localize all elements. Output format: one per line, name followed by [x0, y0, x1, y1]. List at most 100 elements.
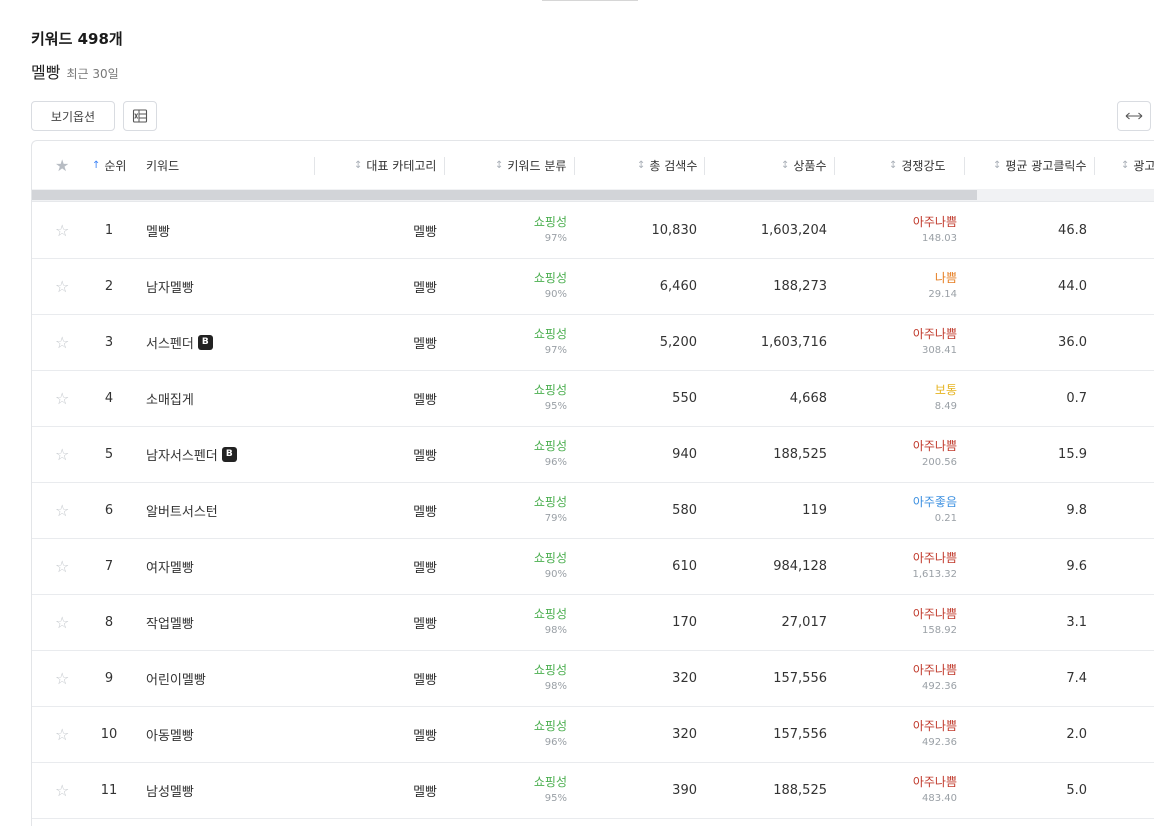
favorite-toggle[interactable]: ☆	[55, 650, 69, 706]
header-competition[interactable]: ↕ 경쟁강도	[889, 141, 946, 189]
sort-icon: ↕	[495, 159, 504, 171]
keyword-text: 서스펜더	[146, 336, 194, 352]
competition-label: 아주나쁨	[912, 438, 957, 453]
expand-width-button[interactable]	[1117, 101, 1151, 131]
keyword-text: 어린이멜빵	[146, 672, 206, 688]
keyword-cell[interactable]: 멜빵	[146, 202, 170, 258]
classification-label: 쇼핑성	[533, 774, 567, 789]
products-cell: 4,668	[789, 390, 827, 406]
keyword-cell[interactable]: 아동멜빵	[146, 706, 194, 762]
column-divider[interactable]	[964, 157, 965, 175]
sort-icon: ↕	[993, 159, 1002, 171]
keyword-cell[interactable]: 남자서스펜더 B	[146, 426, 237, 482]
competition-label: 아주나쁨	[912, 662, 957, 677]
table-row[interactable]: ☆ 3 서스펜더 B 멜빵 쇼핑성 97% 5,200 1,603,716 아주나쁨 308.41 3…	[32, 314, 1154, 371]
category-cell: 멜빵	[413, 448, 437, 464]
keyword-subtitle: 멜빵 최근 30일	[31, 59, 119, 83]
keyword-cell[interactable]: 작업멜빵	[146, 594, 194, 650]
favorite-toggle[interactable]: ☆	[55, 762, 69, 818]
keyword-text: 여자멜빵	[146, 560, 194, 576]
header-keyword[interactable]: 키워드	[146, 141, 179, 189]
keyword-cell[interactable]: 남성멜빵	[146, 762, 194, 818]
keyword-cell[interactable]: 서스펜더 B	[146, 314, 213, 370]
rank-cell: 6	[104, 502, 114, 518]
competition-cell: 아주나쁨 1,613.32	[842, 538, 957, 594]
avg-ad-clicks-cell: 7.4	[1066, 670, 1087, 686]
favorite-toggle[interactable]: ☆	[55, 314, 69, 370]
excel-download-button[interactable]	[123, 101, 157, 131]
keyword-cell[interactable]: 알버트서스턴	[146, 482, 218, 538]
favorite-toggle[interactable]: ☆	[55, 706, 69, 762]
favorite-toggle[interactable]: ☆	[55, 426, 69, 482]
classification-cell: 쇼핑성 90%	[452, 258, 567, 314]
header-favorite-star[interactable]: ★	[55, 141, 69, 189]
star-outline-icon: ☆	[55, 444, 70, 464]
table-row[interactable]: ☆ 6 알버트서스턴 멜빵 쇼핑성 79% 580 119 아주좋음 0.21 9.8	[32, 482, 1154, 539]
rank-cell: 2	[104, 278, 114, 294]
competition-cell: 아주나쁨 492.36	[842, 650, 957, 706]
favorite-toggle[interactable]: ☆	[55, 482, 69, 538]
competition-value: 8.49	[934, 400, 957, 412]
competition-cell: 아주나쁨 483.40	[842, 762, 957, 818]
header-category[interactable]: ↕ 대표 카테고리	[354, 141, 436, 189]
table-row[interactable]: ☆ 7 여자멜빵 멜빵 쇼핑성 90% 610 984,128 아주나쁨 1,613.32 9.6	[32, 538, 1154, 595]
table-row[interactable]: ☆ 4 소매집게 멜빵 쇼핑성 95% 550 4,668 보통 8.49 0.7	[32, 370, 1154, 427]
total-search-cell: 170	[672, 614, 697, 630]
horizontal-scrollbar[interactable]	[32, 189, 1154, 202]
keyword-text: 남성멜빵	[146, 784, 194, 800]
column-divider[interactable]	[704, 157, 705, 175]
competition-label: 나쁨	[934, 270, 957, 285]
classification-percent: 98%	[544, 624, 567, 636]
table-row[interactable]: ☆ 9 어린이멜빵 멜빵 쇼핑성 98% 320 157,556 아주나쁨 492.36 7.4	[32, 650, 1154, 707]
keyword-text: 알버트서스턴	[146, 504, 218, 520]
favorite-toggle[interactable]: ☆	[55, 258, 69, 314]
table-row[interactable]: ☆ 8 작업멜빵 멜빵 쇼핑성 98% 170 27,017 아주나쁨 158.92 3.1	[32, 594, 1154, 651]
column-divider[interactable]	[314, 157, 315, 175]
competition-cell: 아주나쁨 308.41	[842, 314, 957, 370]
products-cell: 119	[802, 502, 827, 518]
total-search-cell: 610	[672, 558, 697, 574]
total-search-cell: 940	[672, 446, 697, 462]
favorite-toggle[interactable]: ☆	[55, 594, 69, 650]
rank-cell: 3	[104, 334, 114, 350]
table-row[interactable]: ☆ 1 멜빵 멜빵 쇼핑성 97% 10,830 1,603,204 아주나쁨 148.03 46.…	[32, 202, 1154, 259]
column-divider[interactable]	[1094, 157, 1095, 175]
header-total-search[interactable]: ↕ 총 검색수	[637, 141, 697, 189]
competition-value: 29.14	[928, 288, 957, 300]
header-ad-partial[interactable]: ↕ 광고	[1121, 141, 1154, 189]
table-row[interactable]: ☆ 11 남성멜빵 멜빵 쇼핑성 95% 390 188,525 아주나쁨 483.40 5.0	[32, 762, 1154, 819]
header-rank[interactable]: ↑ 순위	[92, 141, 126, 189]
view-options-button[interactable]: 보기옵션	[31, 101, 115, 131]
keyword-text: 남자멜빵	[146, 280, 194, 296]
table-row[interactable]: ☆ 5 남자서스펜더 B 멜빵 쇼핑성 96% 940 188,525 아주나쁨 200.56 15.…	[32, 426, 1154, 483]
column-divider[interactable]	[834, 157, 835, 175]
favorite-toggle[interactable]: ☆	[55, 202, 69, 258]
competition-value: 200.56	[922, 456, 957, 468]
keyword-cell[interactable]: 남자멜빵	[146, 258, 194, 314]
competition-value: 483.40	[922, 792, 957, 804]
products-cell: 157,556	[773, 670, 827, 686]
scrollbar-thumb[interactable]	[32, 190, 977, 200]
favorite-toggle[interactable]: ☆	[55, 538, 69, 594]
favorite-toggle[interactable]: ☆	[55, 370, 69, 426]
header-products[interactable]: ↕ 상품수	[781, 141, 827, 189]
keyword-text: 멜빵	[146, 224, 170, 240]
products-cell: 1,603,204	[760, 222, 827, 238]
table-row[interactable]: ☆ 10 아동멜빵 멜빵 쇼핑성 96% 320 157,556 아주나쁨 492.36 2.0	[32, 706, 1154, 763]
column-divider[interactable]	[574, 157, 575, 175]
top-tab-indicator	[542, 0, 638, 1]
keyword-cell[interactable]: 어린이멜빵	[146, 650, 206, 706]
classification-cell: 쇼핑성 96%	[452, 426, 567, 482]
keyword-label: 멜빵	[31, 63, 61, 82]
category-cell: 멜빵	[413, 224, 437, 240]
header-classification[interactable]: ↕ 키워드 분류	[495, 141, 566, 189]
rank-cell: 7	[104, 558, 114, 574]
keyword-cell[interactable]: 여자멜빵	[146, 538, 194, 594]
classification-percent: 96%	[544, 736, 567, 748]
keyword-cell[interactable]: 소매집게	[146, 370, 194, 426]
table-row[interactable]: ☆ 2 남자멜빵 멜빵 쇼핑성 90% 6,460 188,273 나쁨 29.14 44.0	[32, 258, 1154, 315]
header-avg-ad-clicks[interactable]: ↕ 평균 광고클릭수	[993, 141, 1087, 189]
keyword-text: 남자서스펜더	[146, 448, 218, 464]
column-divider[interactable]	[444, 157, 445, 175]
competition-label: 아주나쁨	[912, 718, 957, 733]
